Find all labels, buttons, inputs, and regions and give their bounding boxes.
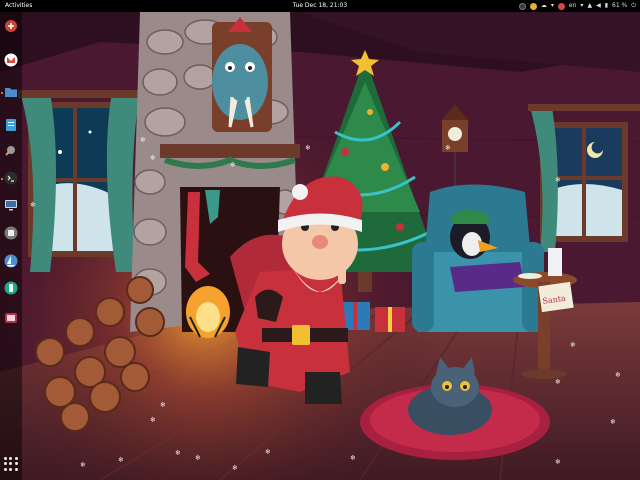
walrus-trophy — [212, 17, 272, 132]
chrome-icon[interactable] — [529, 2, 537, 10]
gmail-icon[interactable] — [3, 52, 19, 68]
svg-text:❄: ❄ — [140, 136, 146, 144]
armchair — [412, 184, 544, 332]
svg-text:❄: ❄ — [305, 144, 311, 152]
files-icon[interactable] — [3, 84, 19, 100]
svg-text:❄: ❄ — [80, 461, 86, 469]
svg-text:❄: ❄ — [265, 448, 271, 456]
svg-text:❄: ❄ — [555, 176, 561, 184]
svg-text:❄: ❄ — [610, 418, 616, 426]
svg-text:❄: ❄ — [555, 458, 561, 466]
text-editor-icon[interactable] — [3, 117, 19, 133]
svg-text:❄: ❄ — [230, 161, 236, 169]
desktop-wallpaper: Santa ❄❄❄ ❄ ❄❄ ❄❄❄ ❄❄❄ ❄❄❄ ❄❄❄ ❄❄❄ — [0, 12, 640, 480]
svg-text:❄: ❄ — [150, 154, 156, 162]
battery-percent: 61 % — [612, 2, 628, 9]
keyboard-layout[interactable]: en — [569, 0, 577, 12]
network-icon[interactable]: ▲ — [587, 0, 592, 12]
svg-text:❄: ❄ — [570, 341, 576, 349]
svg-text:❄: ❄ — [160, 401, 166, 409]
battery-icon[interactable]: ▮ — [605, 0, 608, 12]
indicator-icon[interactable] — [518, 2, 526, 10]
right-window — [528, 104, 640, 252]
dock — [0, 12, 22, 480]
svg-text:❄: ❄ — [195, 454, 201, 462]
record-icon[interactable] — [557, 2, 565, 10]
video-icon[interactable] — [3, 310, 19, 326]
svg-text:❄: ❄ — [350, 454, 356, 462]
sailboat-icon[interactable] — [3, 253, 19, 269]
svg-text:❄: ❄ — [615, 371, 621, 379]
chevron-down-icon[interactable]: ▾ — [551, 0, 554, 12]
screen-recorder-icon[interactable] — [3, 280, 19, 296]
settings-tool-icon[interactable] — [3, 142, 19, 158]
svg-text:❄: ❄ — [118, 456, 124, 464]
svg-text:❄: ❄ — [175, 449, 181, 457]
svg-text:❄: ❄ — [555, 378, 561, 386]
terminal-icon[interactable] — [3, 170, 19, 186]
volume-icon[interactable]: ◀ — [596, 0, 601, 12]
power-icon[interactable]: ⏻ — [631, 0, 636, 12]
svg-text:❄: ❄ — [30, 201, 36, 209]
svg-text:❄: ❄ — [445, 144, 451, 152]
system-tray: ☁ ▾ en ▾ ▲ ◀ ▮ 61 % ⏻ — [518, 0, 636, 12]
vm-monitor-icon[interactable] — [3, 197, 19, 213]
ubuntu-software-icon[interactable] — [3, 18, 19, 34]
chevron-down-icon[interactable]: ▾ — [580, 0, 583, 12]
puzzle-icon[interactable] — [3, 225, 19, 241]
left-window — [18, 90, 143, 272]
show-applications-icon[interactable] — [4, 457, 18, 471]
weather-icon[interactable]: ☁ — [541, 0, 547, 12]
top-bar: Activities Tue Dec 18, 21:03 ☁ ▾ en ▾ ▲ … — [0, 0, 640, 12]
svg-text:❄: ❄ — [150, 416, 156, 424]
svg-text:❄: ❄ — [232, 464, 238, 472]
